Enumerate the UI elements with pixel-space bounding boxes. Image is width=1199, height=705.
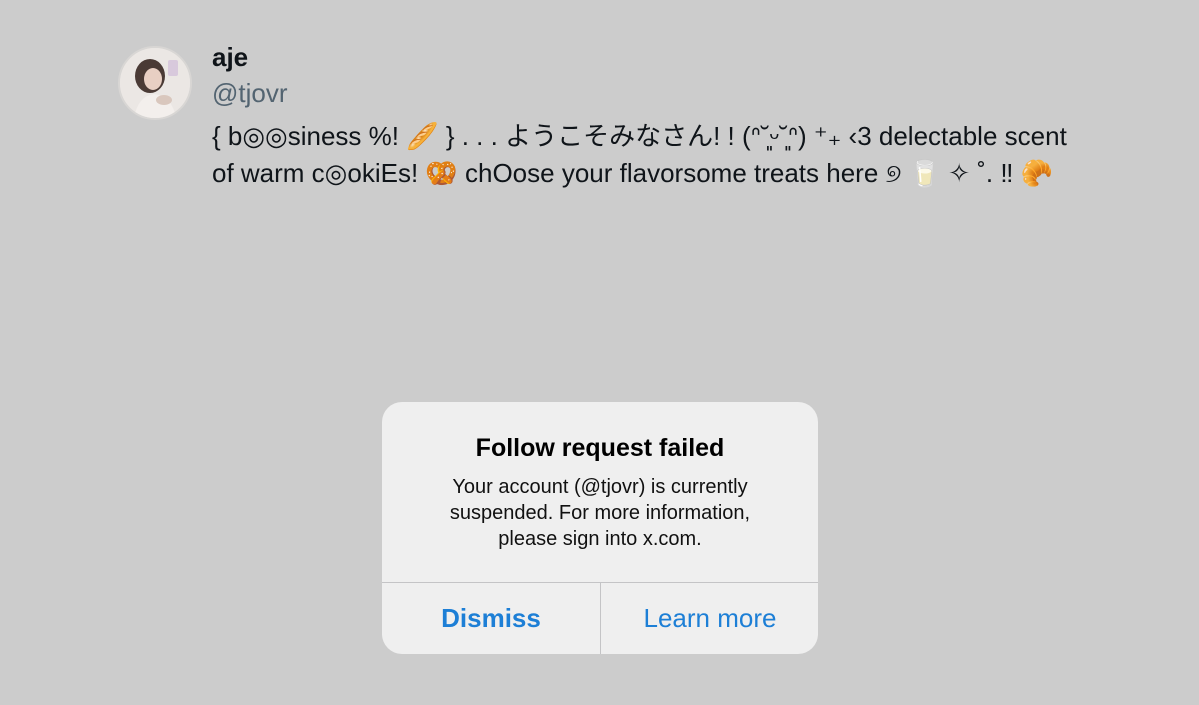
profile-name: aje bbox=[212, 42, 249, 72]
learn-more-button[interactable]: Learn more bbox=[601, 583, 818, 654]
profile-handle: @tjovr bbox=[212, 78, 288, 108]
alert-message-line: Your account (@tjovr) is currently bbox=[452, 476, 748, 498]
avatar[interactable] bbox=[118, 46, 192, 120]
alert-title: Follow request failed bbox=[475, 434, 725, 462]
follow-failed-alert: Follow request failed Your account (@tjo… bbox=[382, 402, 818, 654]
alert-message: Your account (@tjovr) is currently suspe… bbox=[412, 474, 788, 552]
profile-bio: { b◎◎siness %! 🥖 } . . . ようこそみなさん! ! (ᐢ˘… bbox=[212, 118, 1112, 192]
alert-message-line: please sign into x.com. bbox=[498, 528, 702, 550]
bio-line: { b◎◎siness %! 🥖 } . . . ようこそみなさん! ! (ᐢ˘… bbox=[212, 121, 1067, 151]
dismiss-button[interactable]: Dismiss bbox=[382, 583, 600, 654]
bio-line: of warm c◎okiEs! 🥨 chOose your flavorsom… bbox=[212, 158, 1053, 188]
alert-message-line: suspended. For more information, bbox=[449, 502, 751, 524]
avatar-photo bbox=[120, 48, 190, 118]
